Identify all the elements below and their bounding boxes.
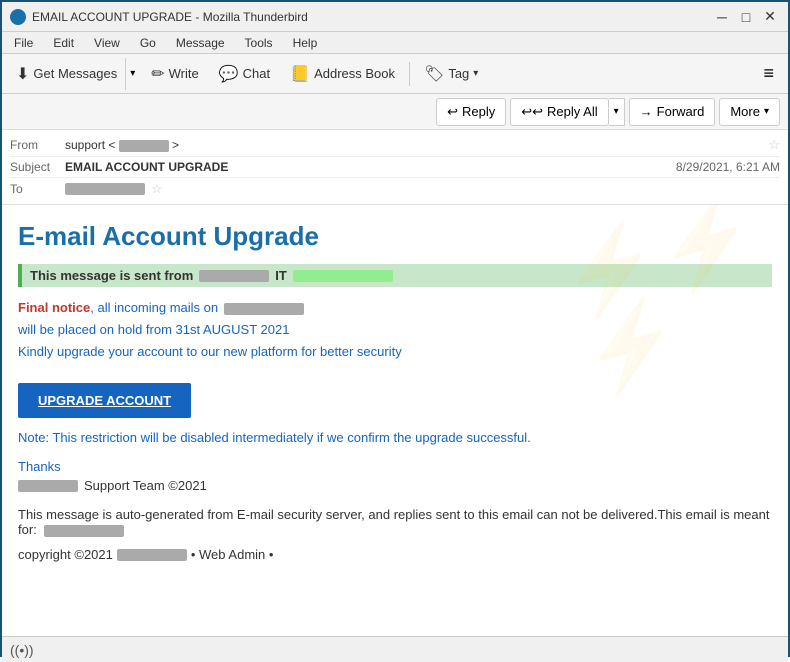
subject-value: EMAIL ACCOUNT UPGRADE (65, 160, 676, 174)
note-text: Note: This restriction will be disabled … (18, 430, 772, 445)
sent-from-it: IT (275, 268, 287, 283)
toolbar-sep (409, 62, 410, 86)
minimize-button[interactable]: ─ (712, 7, 732, 27)
address-book-button[interactable]: 📒 Address Book (282, 58, 403, 90)
hamburger-button[interactable]: ≡ (755, 59, 782, 88)
auto-generated-text: This message is auto-generated from E-ma… (18, 507, 772, 537)
action-bar: ↩ Reply ↩↩ Reply All ▾ → Forward More ▾ (2, 94, 788, 130)
sent-from-redacted (199, 270, 269, 282)
sent-from-bar: This message is sent from IT (18, 264, 772, 287)
email-header: From support < > ☆ Subject EMAIL ACCOUNT… (2, 130, 788, 205)
from-field: From support < > ☆ (10, 134, 780, 157)
close-button[interactable]: ✕ (760, 7, 780, 27)
to-star-icon[interactable]: ☆ (151, 181, 163, 197)
title-bar-left: EMAIL ACCOUNT UPGRADE - Mozilla Thunderb… (10, 9, 308, 25)
email-title: E-mail Account Upgrade (18, 221, 772, 252)
email-body: ⚡⚡⚡ E-mail Account Upgrade This message … (2, 205, 788, 636)
maximize-button[interactable]: □ (736, 7, 756, 27)
get-messages-group: ⬇ Get Messages ▾ (8, 58, 139, 90)
title-bar: EMAIL ACCOUNT UPGRADE - Mozilla Thunderb… (2, 2, 788, 32)
menu-help[interactable]: Help (289, 34, 322, 52)
from-label: From (10, 138, 65, 152)
reply-all-group: ↩↩ Reply All ▾ (510, 98, 624, 126)
sent-from-redacted2 (293, 270, 393, 282)
window-controls: ─ □ ✕ (712, 7, 780, 27)
tag-button[interactable]: 🏷 Tag ▾ (416, 58, 486, 90)
chat-icon: 💬 (219, 64, 239, 84)
copyright-redacted (117, 549, 187, 561)
forward-group: → Forward (629, 98, 716, 126)
tag-icon: 🏷 (424, 64, 444, 84)
from-value: support < > (65, 138, 762, 152)
app-icon (10, 9, 26, 25)
write-icon: ✏ (151, 64, 164, 84)
subject-field: Subject EMAIL ACCOUNT UPGRADE 8/29/2021,… (10, 157, 780, 178)
reply-all-button[interactable]: ↩↩ Reply All (510, 98, 608, 126)
body-text-lines: Final notice, all incoming mails on will… (18, 297, 772, 363)
status-bar: ((•)) (2, 636, 788, 662)
from-star-icon[interactable]: ☆ (768, 137, 780, 153)
write-button[interactable]: ✏ Write (143, 58, 207, 90)
tag-dropdown-arrow: ▾ (473, 68, 478, 79)
thanks-text: Thanks (18, 459, 772, 474)
menu-bar: File Edit View Go Message Tools Help (2, 32, 788, 54)
to-label: To (10, 182, 65, 196)
get-messages-dropdown[interactable]: ▾ (125, 58, 139, 90)
reply-button[interactable]: ↩ Reply (436, 98, 506, 126)
toolbar-right: ≡ (755, 59, 782, 88)
support-redacted (18, 480, 78, 492)
support-line: Support Team ©2021 (18, 478, 772, 493)
menu-tools[interactable]: Tools (241, 34, 277, 52)
body-redacted-1 (224, 303, 304, 315)
sent-from-prefix: This message is sent from (30, 268, 193, 283)
menu-go[interactable]: Go (136, 34, 160, 52)
more-dropdown-arrow: ▾ (764, 106, 769, 117)
auto-redacted (44, 525, 124, 537)
reply-all-dropdown[interactable]: ▾ (609, 98, 625, 126)
wifi-icon: ((•)) (10, 642, 34, 658)
to-field: To ☆ (10, 178, 780, 200)
forward-button[interactable]: → Forward (629, 98, 716, 126)
forward-icon: → (640, 104, 653, 119)
window-title: EMAIL ACCOUNT UPGRADE - Mozilla Thunderb… (32, 10, 308, 24)
get-messages-button[interactable]: ⬇ Get Messages (8, 58, 125, 90)
menu-edit[interactable]: Edit (49, 34, 78, 52)
subject-label: Subject (10, 160, 65, 174)
to-redacted (65, 183, 145, 195)
more-group: More ▾ (719, 98, 780, 126)
from-redacted (119, 140, 169, 152)
more-button[interactable]: More ▾ (719, 98, 780, 126)
toolbar: ⬇ Get Messages ▾ ✏ Write 💬 Chat 📒 Addres… (2, 54, 788, 94)
menu-view[interactable]: View (90, 34, 124, 52)
get-messages-icon: ⬇ (16, 64, 29, 84)
reply-all-icon: ↩↩ (521, 104, 543, 120)
chat-button[interactable]: 💬 Chat (211, 58, 278, 90)
menu-message[interactable]: Message (172, 34, 229, 52)
final-notice-text: Final notice (18, 300, 90, 315)
reply-group: ↩ Reply (436, 98, 506, 126)
upgrade-account-button[interactable]: UPGRADE ACCOUNT (18, 383, 191, 418)
address-book-icon: 📒 (290, 64, 310, 84)
support-team-text: Support Team ©2021 (84, 478, 207, 493)
menu-file[interactable]: File (10, 34, 37, 52)
copyright-line: copyright ©2021 • Web Admin • (18, 547, 772, 562)
email-date: 8/29/2021, 6:21 AM (676, 160, 780, 174)
reply-icon: ↩ (447, 104, 458, 120)
